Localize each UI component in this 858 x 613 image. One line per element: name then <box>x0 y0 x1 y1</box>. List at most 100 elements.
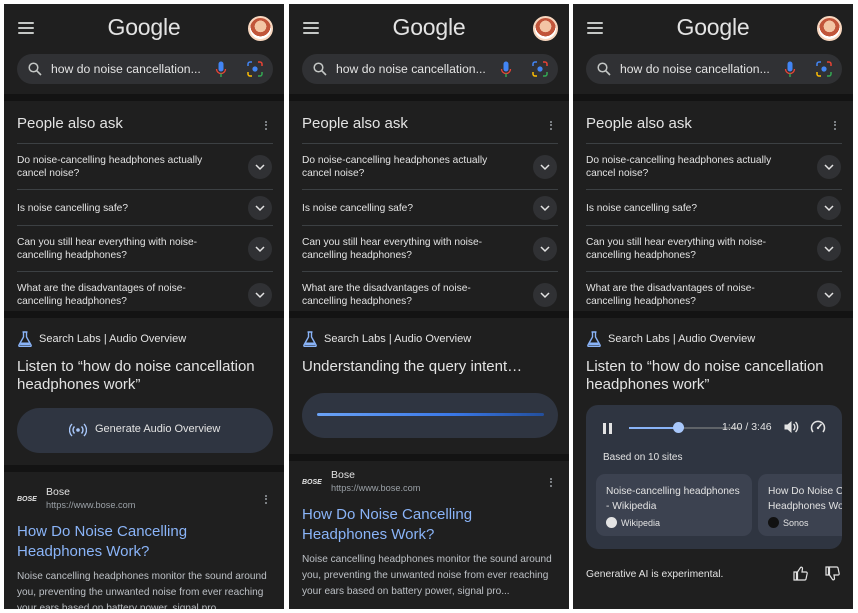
wikipedia-icon <box>606 517 617 528</box>
flask-icon <box>303 331 317 347</box>
seek-progress <box>629 427 679 429</box>
paa-question[interactable]: Can you still hear everything with noise… <box>17 225 273 271</box>
google-logo[interactable]: Google <box>573 14 853 41</box>
paa-title: People also ask <box>302 115 408 132</box>
audio-player: 1:40 / 3:46 Based on 10 sites Noise-canc… <box>586 405 842 549</box>
mic-icon[interactable] <box>500 61 512 78</box>
people-also-ask: People also ask Do noise-cancelling head… <box>4 94 284 311</box>
paa-question[interactable]: Can you still hear everything with noise… <box>586 225 842 271</box>
audio-overview: Search Labs | Audio Overview Understandi… <box>289 311 569 454</box>
mic-icon[interactable] <box>215 61 227 78</box>
audio-prompt: Listen to “how do noise cancellation hea… <box>17 358 255 393</box>
search-input[interactable]: how do noise cancellation... <box>620 62 770 76</box>
people-also-ask: People also ask Do noise-cancelling head… <box>573 94 853 311</box>
lens-icon[interactable] <box>532 61 548 77</box>
seek-handle[interactable] <box>672 422 684 433</box>
avatar[interactable] <box>248 16 273 41</box>
site-name: Bose <box>46 486 70 498</box>
flask-icon <box>587 331 601 347</box>
site-url[interactable]: https://www.bose.com <box>331 483 420 493</box>
svg-text:BOSE: BOSE <box>302 479 322 486</box>
top-bar: Google <box>573 4 853 52</box>
google-logo[interactable]: Google <box>289 14 569 41</box>
audio-prompt: Listen to “how do noise cancellation hea… <box>586 358 824 393</box>
result-title-link[interactable]: How Do Noise Cancelling Headphones Work? <box>302 505 542 545</box>
flask-icon <box>18 331 32 347</box>
result-title-link[interactable]: How Do Noise Cancelling Headphones Work? <box>17 522 257 562</box>
more-options-icon[interactable] <box>549 119 553 131</box>
sonos-icon <box>768 517 779 528</box>
lens-icon[interactable] <box>247 61 263 77</box>
thumbs-down-icon[interactable] <box>825 566 840 581</box>
paa-list: Do noise-cancelling headphones actually … <box>17 143 273 317</box>
search-icon <box>28 62 42 76</box>
search-icon <box>597 62 611 76</box>
chevron-down-icon[interactable] <box>533 155 557 179</box>
chevron-down-icon[interactable] <box>248 155 272 179</box>
people-also-ask: People also ask Do noise-cancelling head… <box>289 94 569 311</box>
avatar[interactable] <box>817 16 842 41</box>
search-bar[interactable]: how do noise cancellation... <box>586 54 842 84</box>
audio-overview: Search Labs | Audio Overview Listen to “… <box>573 311 853 609</box>
playback-speed-icon[interactable] <box>810 419 826 435</box>
paa-question[interactable]: Do noise-cancelling headphones actually … <box>17 143 273 189</box>
more-options-icon[interactable] <box>264 119 268 131</box>
paa-question[interactable]: Is noise cancelling safe? <box>302 189 558 225</box>
chevron-down-icon[interactable] <box>817 283 841 307</box>
paa-question[interactable]: Is noise cancelling safe? <box>586 189 842 225</box>
paa-question[interactable]: Is noise cancelling safe? <box>17 189 273 225</box>
playback-time: 1:40 / 3:46 <box>722 421 772 433</box>
chevron-down-icon[interactable] <box>817 196 841 220</box>
search-bar[interactable]: how do noise cancellation... <box>17 54 273 84</box>
chevron-down-icon[interactable] <box>248 196 272 220</box>
experimental-notice: Generative AI is experimental. <box>586 569 724 580</box>
mic-icon[interactable] <box>784 61 796 78</box>
top-bar: Google <box>289 4 569 52</box>
source-card[interactable]: How Do Noise Cancelling Headphones Work?… <box>758 474 842 536</box>
search-input[interactable]: how do noise cancellation... <box>51 62 201 76</box>
chevron-down-icon[interactable] <box>248 283 272 307</box>
loading-card <box>302 393 558 438</box>
paa-question[interactable]: Do noise-cancelling headphones actually … <box>586 143 842 189</box>
google-logo[interactable]: Google <box>4 14 284 41</box>
chevron-down-icon[interactable] <box>533 283 557 307</box>
search-input[interactable]: how do noise cancellation... <box>336 62 486 76</box>
chevron-down-icon[interactable] <box>533 237 557 261</box>
paa-list: Do noise-cancelling headphones actually … <box>302 143 558 317</box>
search-result: BOSE Bose https://www.bose.com How Do No… <box>4 465 284 609</box>
pause-icon[interactable] <box>603 423 613 434</box>
source-card[interactable]: Noise-cancelling headphones - Wikipedia … <box>596 474 752 536</box>
chevron-down-icon[interactable] <box>248 237 272 261</box>
search-icon <box>313 62 327 76</box>
result-snippet: Noise cancelling headphones monitor the … <box>302 554 552 597</box>
audio-wave-icon <box>69 423 87 437</box>
chevron-down-icon[interactable] <box>817 237 841 261</box>
avatar[interactable] <box>533 16 558 41</box>
generate-audio-button[interactable]: Generate Audio Overview <box>17 408 273 453</box>
volume-icon[interactable] <box>783 419 799 435</box>
loading-status: Understanding the query intent… <box>302 358 523 375</box>
site-url[interactable]: https://www.bose.com <box>46 500 135 510</box>
paa-question[interactable]: Can you still hear everything with noise… <box>302 225 558 271</box>
svg-text:BOSE: BOSE <box>17 496 37 503</box>
lens-icon[interactable] <box>816 61 832 77</box>
top-bar: Google <box>4 4 284 52</box>
bose-logo: BOSE <box>302 479 322 486</box>
search-result: BOSE Bose https://www.bose.com How Do No… <box>289 454 569 609</box>
chevron-down-icon[interactable] <box>533 196 557 220</box>
source-site: Wikipedia <box>606 517 660 528</box>
site-name: Bose <box>331 469 355 481</box>
sources-count: Based on 10 sites <box>603 452 683 463</box>
more-options-icon[interactable] <box>833 119 837 131</box>
chevron-down-icon[interactable] <box>817 155 841 179</box>
paa-title: People also ask <box>586 115 692 132</box>
paa-question[interactable]: Do noise-cancelling headphones actually … <box>302 143 558 189</box>
loading-progress-bar <box>317 413 544 416</box>
more-options-icon[interactable] <box>264 493 268 505</box>
more-options-icon[interactable] <box>549 476 553 488</box>
search-bar[interactable]: how do noise cancellation... <box>302 54 558 84</box>
thumbs-up-icon[interactable] <box>793 566 808 581</box>
paa-title: People also ask <box>17 115 123 132</box>
screen-loading: Google how do noise cancellation... Peop… <box>289 4 569 609</box>
screen-initial: Google how do noise cancellation... Peop… <box>4 4 284 609</box>
